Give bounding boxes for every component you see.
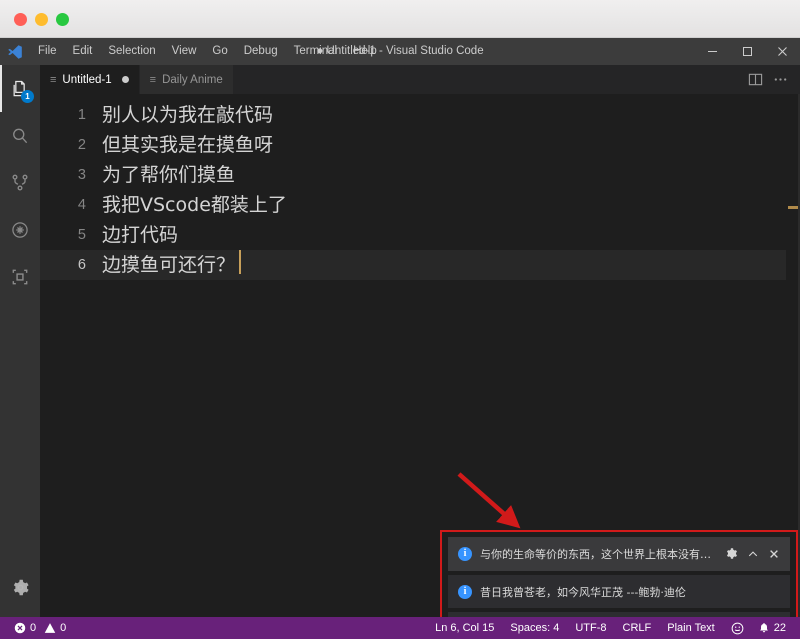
line-number: 1 [77,107,86,123]
notification-message: 与你的生命等价的东西，这个世界上根本没有。---网络 [480,547,717,561]
close-window-button[interactable] [14,13,27,26]
statusbar: 0 0 Ln 6, Col 15 Spaces: 4 UTF-8 CRLF Pl… [0,617,800,639]
mac-titlebar [0,0,800,38]
language-mode[interactable]: Plain Text [659,617,723,639]
editor-actions [748,65,800,94]
info-icon: i [458,584,472,599]
menu-view[interactable]: View [164,38,205,65]
editor-line[interactable]: 3 为了帮你们摸鱼 [40,160,800,190]
text-cursor [239,250,242,274]
warning-icon [44,623,56,633]
sidebar-item-extensions[interactable] [0,253,40,300]
menu-selection[interactable]: Selection [100,38,163,65]
activitybar: 1 [0,65,40,617]
explorer-badge: 1 [21,90,34,103]
menu-terminal[interactable]: Terminal [286,38,345,65]
minimize-icon[interactable] [695,38,730,65]
close-icon[interactable] [768,548,780,560]
line-number: 4 [77,197,86,213]
window-controls [695,38,800,65]
app-window: File Edit Selection View Go Debug Termin… [0,0,800,639]
editor-line[interactable]: 1 别人以为我在敲代码 [40,100,800,130]
gear-icon[interactable] [0,564,40,611]
sidebar-item-debug[interactable] [0,206,40,253]
line-number: 5 [77,227,86,243]
maximize-icon[interactable] [730,38,765,65]
menubar: File Edit Selection View Go Debug Termin… [0,38,800,65]
dirty-indicator [121,76,129,83]
line-text: 别人以为我在敲代码 [102,104,274,126]
tab-label: Daily Anime [162,73,223,86]
ellipsis-icon[interactable] [773,72,788,87]
tab-untitled-1[interactable]: ≡ Untitled-1 [40,65,140,94]
eol-mode[interactable]: CRLF [615,617,660,639]
file-text-icon: ≡ [50,73,57,86]
tabbar: ≡ Untitled-1 ≡ Daily Anime [40,65,800,94]
editor-line[interactable]: 5 边打代码 [40,220,800,250]
ruler-mark [788,206,798,209]
menu-debug[interactable]: Debug [236,38,286,65]
sidebar-item-source-control[interactable] [0,159,40,206]
line-text: 为了帮你们摸鱼 [102,164,236,186]
line-text: 但其实我是在摸鱼呀 [102,134,274,156]
notification-toast[interactable]: i 昔日我曾苍老，如今风华正茂 ---鲍勃·迪伦 [448,574,790,609]
info-icon: i [458,546,472,561]
tab-label: Untitled-1 [62,73,112,86]
menu-edit[interactable]: Edit [65,38,101,65]
minimize-window-button[interactable] [35,13,48,26]
line-number: 2 [77,137,86,153]
statusbar-left: 0 0 [0,622,72,634]
editor-line[interactable]: 4 我把VScode都装上了 [40,190,800,220]
traffic-lights [14,13,69,26]
gear-icon[interactable] [725,547,738,560]
line-text: 边打代码 [102,224,179,246]
activitybar-bottom [0,564,40,611]
notifications-count: 22 [773,622,786,634]
statusbar-right: Ln 6, Col 15 Spaces: 4 UTF-8 CRLF Plain … [427,617,800,639]
notification-actions [725,547,780,560]
vscode-window: File Edit Selection View Go Debug Termin… [0,38,800,639]
close-icon[interactable] [765,38,800,65]
line-text: 我把VScode都装上了 [102,194,287,216]
sidebar-item-search[interactable] [0,112,40,159]
menu-help[interactable]: Help [345,38,385,65]
line-number: 3 [77,167,86,183]
notifications-status[interactable]: 22 [752,622,792,634]
line-number: 6 [77,257,86,273]
menu-file[interactable]: File [30,38,65,65]
split-editor-icon[interactable] [748,72,763,87]
chevron-up-icon[interactable] [747,548,759,560]
vscode-logo-icon [0,38,30,65]
zoom-window-button[interactable] [56,13,69,26]
encoding[interactable]: UTF-8 [567,617,614,639]
warning-count: 0 [60,622,67,634]
smiley-icon[interactable] [723,622,752,635]
notification-toast[interactable]: i 与你的生命等价的东西，这个世界上根本没有。---网络 [448,537,790,571]
file-text-icon: ≡ [149,73,157,86]
indentation[interactable]: Spaces: 4 [502,617,567,639]
problems-status[interactable]: 0 0 [8,622,72,634]
editor-line-current[interactable]: 6 边摸鱼可还行？ [40,250,800,280]
sidebar-item-explorer[interactable]: 1 [0,65,40,112]
menu-go[interactable]: Go [204,38,235,65]
cursor-position[interactable]: Ln 6, Col 15 [427,617,502,639]
editor-line[interactable]: 2 但其实我是在摸鱼呀 [40,130,800,160]
bell-icon [759,622,768,633]
error-count: 0 [30,622,37,634]
error-icon [14,622,26,634]
line-text: 边摸鱼可还行？ [102,254,236,276]
tab-daily-anime[interactable]: ≡ Daily Anime [139,65,234,94]
notification-message: 昔日我曾苍老，如今风华正茂 ---鲍勃·迪伦 [480,585,686,599]
